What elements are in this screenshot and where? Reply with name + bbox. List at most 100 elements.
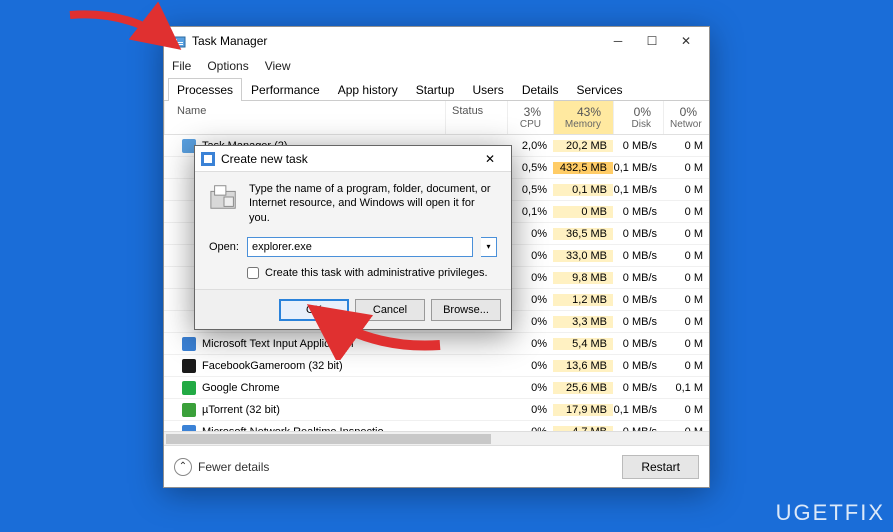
table-row[interactable]: Microsoft Network Realtime Inspectio...0…: [164, 421, 709, 431]
window-controls: ─ ☐ ✕: [601, 27, 703, 55]
network-value: 0 M: [663, 228, 709, 240]
table-row[interactable]: FacebookGameroom (32 bit) 0%13,6 MB0 MB/s…: [164, 355, 709, 377]
tab-bar: Processes Performance App history Startu…: [164, 77, 709, 101]
restart-button[interactable]: Restart: [622, 455, 699, 479]
cpu-value: 0%: [507, 404, 553, 416]
table-row[interactable]: Google Chrome0%25,6 MB0 MB/s0,1 M: [164, 377, 709, 399]
disk-value: 0 MB/s: [613, 382, 663, 394]
ok-button[interactable]: OK: [279, 299, 349, 321]
cpu-value: 0%: [507, 338, 553, 350]
process-icon: [182, 337, 196, 351]
col-status[interactable]: Status: [445, 101, 507, 134]
menubar: File Options View: [164, 55, 709, 77]
scrollbar-thumb[interactable]: [166, 434, 491, 444]
cpu-value: 0,5%: [507, 162, 553, 174]
tab-app-history[interactable]: App history: [329, 78, 407, 101]
col-network[interactable]: 0% Networ: [663, 101, 709, 134]
dialog-body: Type the name of a program, folder, docu…: [195, 172, 511, 289]
cpu-value: 0,1%: [507, 206, 553, 218]
memory-value: 20,2 MB: [553, 140, 613, 152]
memory-value: 33,0 MB: [553, 250, 613, 262]
network-value: 0 M: [663, 404, 709, 416]
maximize-button[interactable]: ☐: [635, 27, 669, 55]
process-icon: [182, 381, 196, 395]
chevron-up-icon: ⌃: [174, 458, 192, 476]
taskmgr-icon: [170, 33, 186, 49]
dialog-close-button[interactable]: ✕: [475, 148, 505, 170]
process-name: FacebookGameroom (32 bit): [164, 359, 445, 373]
open-input[interactable]: [247, 237, 473, 257]
network-value: 0 M: [663, 316, 709, 328]
cpu-value: 0%: [507, 316, 553, 328]
menu-view[interactable]: View: [265, 59, 291, 73]
network-value: 0,1 M: [663, 382, 709, 394]
cpu-value: 2,0%: [507, 140, 553, 152]
cpu-value: 0%: [507, 250, 553, 262]
memory-value: 17,9 MB: [553, 404, 613, 416]
memory-value: 36,5 MB: [553, 228, 613, 240]
cpu-value: 0%: [507, 294, 553, 306]
memory-value: 13,6 MB: [553, 360, 613, 372]
disk-value: 0 MB/s: [613, 294, 663, 306]
process-icon: [182, 403, 196, 417]
disk-value: 0 MB/s: [613, 228, 663, 240]
network-value: 0 M: [663, 184, 709, 196]
menu-options[interactable]: Options: [207, 59, 248, 73]
dialog-title: Create new task: [221, 152, 475, 166]
disk-value: 0 MB/s: [613, 338, 663, 350]
memory-value: 25,6 MB: [553, 382, 613, 394]
titlebar[interactable]: Task Manager ─ ☐ ✕: [164, 27, 709, 55]
tab-startup[interactable]: Startup: [407, 78, 464, 101]
network-value: 0 M: [663, 338, 709, 350]
cpu-value: 0%: [507, 228, 553, 240]
network-value: 0 M: [663, 140, 709, 152]
memory-value: 0,1 MB: [553, 184, 613, 196]
disk-value: 0 MB/s: [613, 206, 663, 218]
disk-value: 0,1 MB/s: [613, 184, 663, 196]
tab-details[interactable]: Details: [513, 78, 568, 101]
network-value: 0 M: [663, 206, 709, 218]
network-value: 0 M: [663, 360, 709, 372]
table-row[interactable]: Microsoft Text Input Application0%5,4 MB…: [164, 333, 709, 355]
dialog-buttons: OK Cancel Browse...: [195, 289, 511, 329]
cpu-value: 0%: [507, 360, 553, 372]
create-task-dialog: Create new task ✕ Type the name of a pro…: [194, 145, 512, 330]
minimize-button[interactable]: ─: [601, 27, 635, 55]
tab-processes[interactable]: Processes: [168, 78, 242, 101]
admin-checkbox[interactable]: [247, 267, 259, 279]
admin-checkbox-label: Create this task with administrative pri…: [265, 267, 488, 279]
process-name: µTorrent (32 bit): [164, 403, 445, 417]
open-label: Open:: [209, 241, 239, 253]
process-icon: [182, 359, 196, 373]
dropdown-button[interactable]: ▾: [481, 237, 497, 257]
memory-value: 432,5 MB: [553, 162, 613, 174]
col-memory[interactable]: 43% Memory: [553, 101, 613, 134]
disk-value: 0 MB/s: [613, 272, 663, 284]
cpu-value: 0%: [507, 382, 553, 394]
run-icon: [201, 152, 215, 166]
disk-value: 0,1 MB/s: [613, 404, 663, 416]
dialog-titlebar[interactable]: Create new task ✕: [195, 146, 511, 172]
table-row[interactable]: µTorrent (32 bit) 0%17,9 MB0,1 MB/s0 M: [164, 399, 709, 421]
memory-value: 5,4 MB: [553, 338, 613, 350]
col-disk[interactable]: 0% Disk: [613, 101, 663, 134]
tab-services[interactable]: Services: [568, 78, 632, 101]
window-title: Task Manager: [192, 34, 601, 48]
browse-button[interactable]: Browse...: [431, 299, 501, 321]
tab-performance[interactable]: Performance: [242, 78, 329, 101]
col-cpu[interactable]: 3% CPU: [507, 101, 553, 134]
network-value: 0 M: [663, 272, 709, 284]
fewer-details-button[interactable]: ⌃ Fewer details: [174, 458, 269, 476]
program-folder-icon: [209, 182, 239, 212]
footer: ⌃ Fewer details Restart: [164, 445, 709, 487]
close-button[interactable]: ✕: [669, 27, 703, 55]
col-name[interactable]: Name: [164, 101, 445, 134]
cancel-button[interactable]: Cancel: [355, 299, 425, 321]
menu-file[interactable]: File: [172, 59, 191, 73]
memory-value: 9,8 MB: [553, 272, 613, 284]
horizontal-scrollbar[interactable]: [164, 431, 709, 445]
disk-value: 0 MB/s: [613, 360, 663, 372]
memory-value: 0 MB: [553, 206, 613, 218]
tab-users[interactable]: Users: [463, 78, 512, 101]
column-headers[interactable]: Name Status 3% CPU 43% Memory 0% Disk 0%…: [164, 101, 709, 135]
